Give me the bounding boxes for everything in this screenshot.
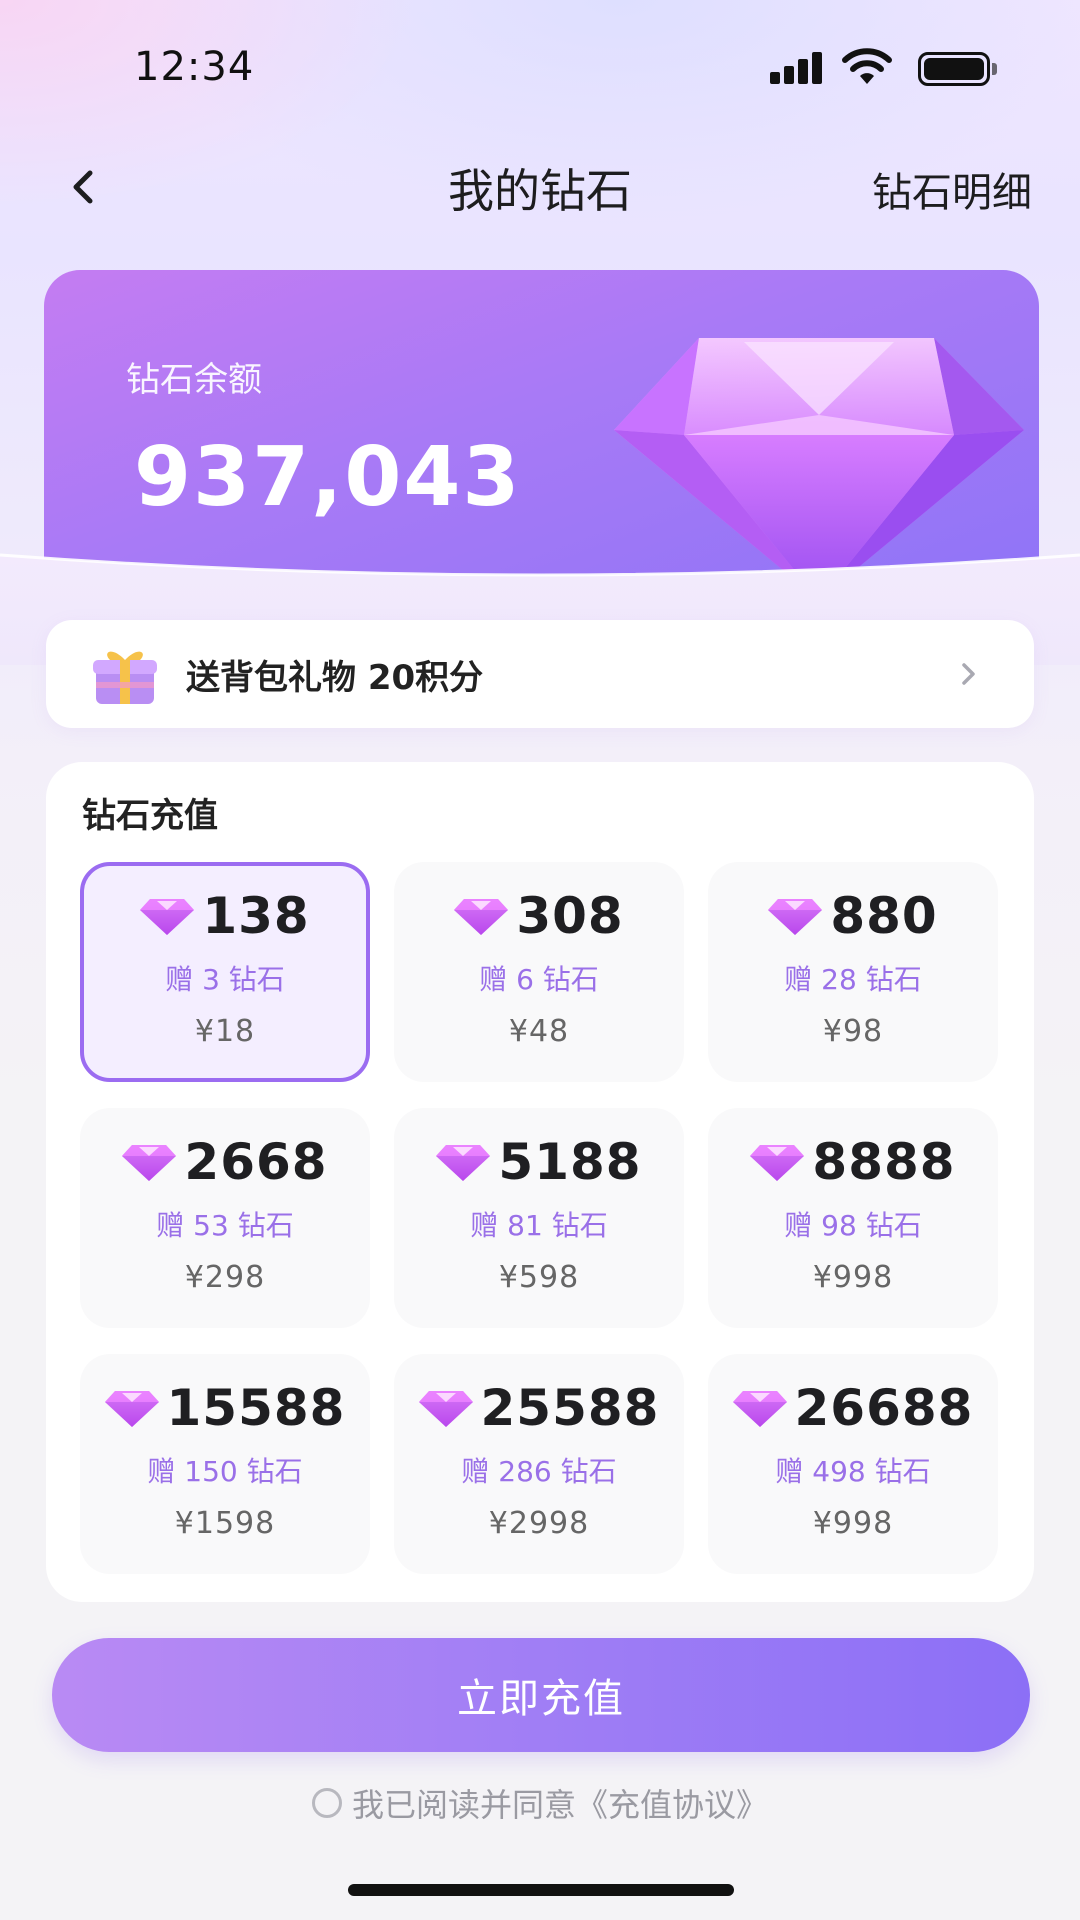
diamond-icon [436,1143,490,1181]
signal-icon [770,50,824,84]
balance-label: 钻石余额 [126,360,262,400]
option-amount: 138 [202,887,310,945]
chevron-right-icon [962,663,975,685]
status-time: 12:34 [134,44,255,90]
option-amount: 880 [830,887,938,945]
recharge-option-5188[interactable]: 5188 赠 81 钻石 ¥598 [394,1108,684,1328]
diamond-icon [419,1389,473,1427]
option-amount: 2668 [184,1133,328,1191]
diamond-icon [768,897,822,935]
option-bonus: 赠 498 钻石 [775,1455,931,1488]
diamond-icon [454,897,508,935]
option-bonus: 赠 53 钻石 [156,1209,294,1242]
gift-banner[interactable]: 送背包礼物 20积分 [46,620,1034,728]
option-price: ¥298 [184,1260,266,1295]
recharge-option-8888[interactable]: 8888 赠 98 钻石 ¥998 [708,1108,998,1328]
balance-card: 钻石余额 937,043 [44,270,1039,590]
diamond-icon [733,1389,787,1427]
option-amount: 308 [516,887,624,945]
gift-box-icon [93,651,157,704]
recharge-option-2668[interactable]: 2668 赠 53 钻石 ¥298 [80,1108,370,1328]
option-bonus: 赠 150 钻石 [147,1455,303,1488]
option-price: ¥2998 [488,1506,590,1541]
agreement-text: 我已阅读并同意 [351,1786,576,1824]
option-bonus: 赠 286 钻石 [461,1455,617,1488]
option-price: ¥1598 [174,1506,276,1541]
option-bonus: 赠 81 钻石 [470,1209,608,1242]
recharge-option-15588[interactable]: 15588 赠 150 钻石 ¥1598 [80,1354,370,1574]
balance-value: 937,043 [134,430,522,525]
home-indicator[interactable] [348,1884,734,1896]
recharge-now-label: 立即充值 [457,1676,625,1722]
option-amount: 15588 [166,1379,346,1437]
option-amount: 8888 [812,1133,956,1191]
option-bonus: 赠 28 钻石 [784,963,922,996]
diamond-detail-link[interactable]: 钻石明细 [872,160,1032,218]
option-price: ¥98 [822,1014,884,1049]
option-price: ¥598 [498,1260,580,1295]
screen: 12:34 我的钻石 钻石明细 钻石余额 937,043 送背包礼物 20积分 … [0,0,1080,1920]
option-bonus: 赠 3 钻石 [165,963,285,996]
gift-banner-text: 送背包礼物 20积分 [186,657,484,698]
option-amount: 25588 [480,1379,660,1437]
diamond-icon [750,1143,804,1181]
option-amount: 26688 [794,1379,974,1437]
agreement-row: 我已阅读并同意 《充值协议》 [0,1780,1080,1826]
option-amount: 5188 [498,1133,642,1191]
option-price: ¥998 [812,1506,894,1541]
diamond-icon [122,1143,176,1181]
recharge-option-138[interactable]: 138 赠 3 钻石 ¥18 [80,862,370,1082]
agreement-checkbox[interactable] [311,1788,342,1818]
option-price: ¥48 [508,1014,570,1049]
recharge-panel: 钻石充值 138 赠 3 钻石 ¥18 308 赠 6 钻石 ¥48 880 赠… [46,762,1034,1602]
wifi-icon [842,48,892,86]
recharge-option-308[interactable]: 308 赠 6 钻石 ¥48 [394,862,684,1082]
recharge-agreement-link[interactable]: 《充值协议》 [576,1780,768,1826]
recharge-options-grid: 138 赠 3 钻石 ¥18 308 赠 6 钻石 ¥48 880 赠 28 钻… [80,862,1000,1574]
option-bonus: 赠 6 钻石 [479,963,599,996]
diamond-icon [105,1389,159,1427]
battery-icon [918,52,998,86]
option-bonus: 赠 98 钻石 [784,1209,922,1242]
recharge-option-25588[interactable]: 25588 赠 286 钻石 ¥2998 [394,1354,684,1574]
diamond-icon [140,897,194,935]
option-price: ¥18 [194,1014,256,1049]
recharge-option-26688[interactable]: 26688 赠 498 钻石 ¥998 [708,1354,998,1574]
recharge-option-880[interactable]: 880 赠 28 钻石 ¥98 [708,862,998,1082]
option-price: ¥998 [812,1260,894,1295]
recharge-title: 钻石充值 [82,796,218,836]
recharge-now-button[interactable]: 立即充值 [52,1638,1030,1752]
